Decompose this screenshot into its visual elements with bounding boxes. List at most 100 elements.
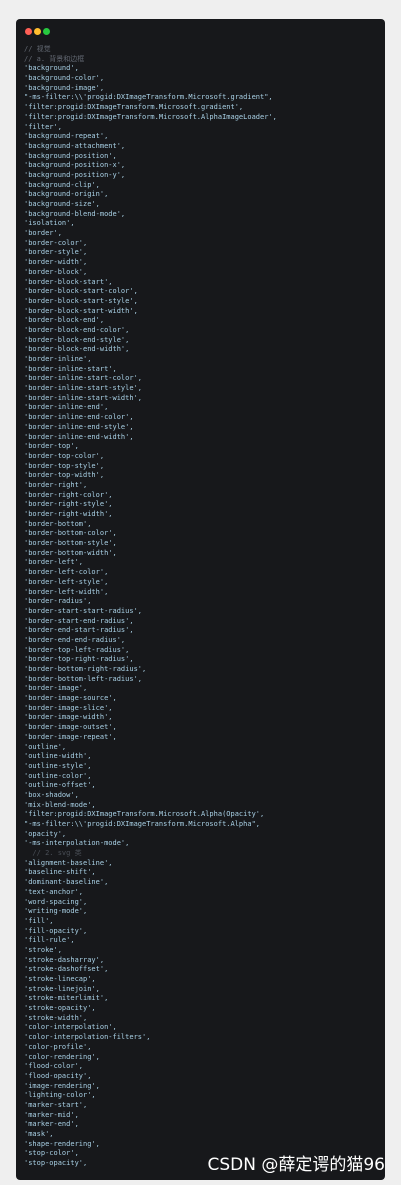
code-line: 'border-inline-end-color', [24, 413, 134, 422]
code-line: 'alignment-baseline', [24, 858, 113, 867]
code-line: 'border-image-width', [24, 713, 113, 722]
code-line: 'writing-mode', [24, 907, 88, 916]
code-line: 'background-image', [24, 83, 105, 92]
code-line: 'word-spacing', [24, 897, 88, 906]
code-line: 'stroke-opacity', [24, 1004, 96, 1013]
code-line: 'stroke-dashoffset', [24, 965, 109, 974]
code-line: 'border-image-source', [24, 694, 117, 703]
code-line: 'background-blend-mode', [24, 209, 126, 218]
close-window-button[interactable] [25, 28, 32, 35]
code-line: 'stroke-linejoin', [24, 984, 100, 993]
code-line: 'border-end-start-radius', [24, 626, 134, 635]
code-line: 'outline-style', [24, 761, 92, 770]
code-line: 'border-bottom', [24, 519, 92, 528]
code-line: 'border-top-left-radius', [24, 645, 130, 654]
code-line: 'border-inline-end', [24, 403, 109, 412]
code-line: 'lighting-color', [24, 1091, 96, 1100]
code-line: 'stroke-miterlimit', [24, 994, 109, 1003]
code-line: 'shape-rendering', [24, 1139, 100, 1148]
code-line: 'text-anchor', [24, 887, 84, 896]
code-line: 'color-interpolation', [24, 1023, 117, 1032]
code-line: 'border-block-end-color', [24, 325, 130, 334]
code-line: 'border-block-start-color', [24, 287, 138, 296]
code-line: 'border-end-end-radius', [24, 635, 126, 644]
code-line: 'stroke-width', [24, 1013, 88, 1022]
code-line: 'color-profile', [24, 1042, 92, 1051]
code-line: 'filter:progid:DXImageTransform.Microsof… [24, 112, 277, 121]
maximize-window-button[interactable] [43, 28, 50, 35]
watermark: CSDN @薛定谔的猫96 [207, 1155, 385, 1175]
code-line: 'border-image', [24, 684, 88, 693]
code-line: 'outline', [24, 742, 67, 751]
code-line: 'outline-color', [24, 771, 92, 780]
code-line: 'baseline-shift', [24, 868, 96, 877]
code-comment-line: // a. 背景和边框 [24, 54, 85, 63]
code-line: 'border-left', [24, 558, 84, 567]
code-line: 'border-bottom-color', [24, 529, 117, 538]
code-line: 'border-inline-start-style', [24, 384, 143, 393]
code-line: 'border-right-style', [24, 500, 113, 509]
code-comment-line: // 视觉 [24, 45, 51, 53]
code-line: 'fill-rule', [24, 936, 75, 945]
code-line: 'border-bottom-right-radius', [24, 665, 147, 673]
code-window: // 视觉// a. 背景和边框'background','background… [16, 19, 385, 1180]
code-line: 'background-position-y', [24, 170, 126, 179]
code-line: 'border-image-slice', [24, 703, 113, 712]
code-line: 'image-rendering', [24, 1081, 100, 1090]
code-line: 'background-color', [24, 74, 105, 83]
code-line: 'border-inline', [24, 355, 92, 363]
code-line: 'fill', [24, 916, 54, 925]
code-line: "-ms-filter:\\'progid:DXImageTransform.M… [24, 820, 261, 828]
code-line: 'border-right', [24, 480, 88, 489]
code-line: 'border-width', [24, 258, 88, 267]
code-line: 'color-rendering', [24, 1052, 100, 1061]
code-line: 'box-shadow', [24, 790, 79, 799]
code-line: 'border-block', [24, 267, 88, 276]
code-line: 'border-top', [24, 442, 79, 451]
code-line: 'filter', [24, 122, 62, 131]
code-line: 'border-inline-start-width', [24, 393, 143, 402]
code-line: 'flood-opacity', [24, 1071, 92, 1080]
code-line: 'background-position', [24, 151, 117, 160]
code-line: 'border-top-color', [24, 451, 105, 460]
code-line: 'background-origin', [24, 190, 109, 199]
window-titlebar [16, 19, 385, 45]
code-comment-line: // 2. svg 类 [24, 849, 82, 858]
code-line: 'marker-mid', [24, 1110, 79, 1119]
code-line: 'border-bottom-style', [24, 539, 117, 548]
code-line: 'border-image-outset', [24, 723, 117, 732]
code-line: 'border-block-end-width', [24, 345, 130, 354]
code-line: 'filter:progid:DXImageTransform.Microsof… [24, 103, 244, 112]
code-line: 'border-block-end', [24, 316, 105, 325]
code-line: 'border-inline-end-style', [24, 422, 134, 431]
code-line: 'border-left-color', [24, 568, 109, 577]
code-line: 'border-color', [24, 238, 88, 247]
code-line: 'background', [24, 64, 79, 73]
code-line: 'dominant-baseline', [24, 878, 109, 887]
code-line: 'border-right-color', [24, 490, 113, 499]
code-line: 'border-block-start-width', [24, 306, 138, 315]
code-line: 'border-top-right-radius', [24, 655, 134, 664]
code-line: 'outline-width', [24, 752, 92, 761]
code-line: 'flood-color', [24, 1062, 84, 1071]
code-line: 'filter:progid:DXImageTransform.Microsof… [24, 810, 265, 819]
code-line: 'border-top-style', [24, 461, 105, 470]
code-line: 'border-left-width', [24, 587, 109, 596]
code-line: 'border-start-start-radius', [24, 606, 143, 615]
code-line: 'border-inline-start', [24, 364, 117, 373]
code-line: 'stroke-dasharray', [24, 955, 105, 964]
code-line: 'outline-offset', [24, 781, 96, 790]
code-block: // 视觉// a. 背景和边框'background','background… [24, 45, 381, 1169]
code-line: 'border-left-style', [24, 577, 109, 586]
code-line: '-ms-interpolation-mode', [24, 839, 130, 848]
code-line: 'border-image-repeat', [24, 732, 117, 741]
minimize-window-button[interactable] [34, 28, 41, 35]
code-line: 'opacity', [24, 829, 67, 838]
code-line: 'isolation', [24, 219, 75, 228]
code-line: 'mix-blend-mode', [24, 800, 96, 809]
code-line: 'border-top-width', [24, 471, 105, 480]
code-line: 'background-clip', [24, 180, 100, 189]
code-line: 'background-size', [24, 200, 100, 208]
code-line: 'mask', [24, 1130, 54, 1138]
code-line: 'border-start-end-radius', [24, 616, 134, 625]
